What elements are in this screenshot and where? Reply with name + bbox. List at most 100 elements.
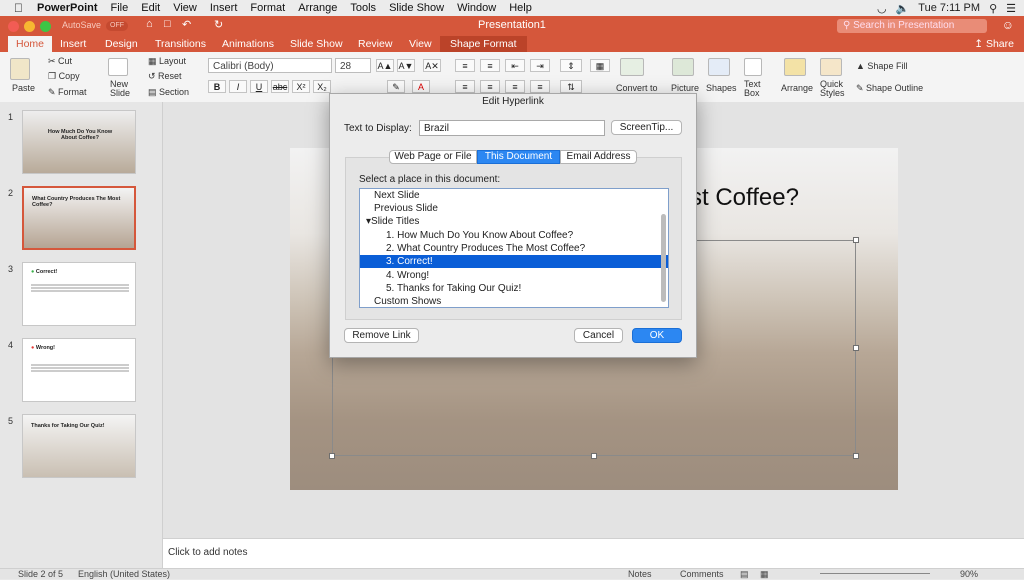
- resize-handle-right[interactable]: [853, 345, 859, 351]
- menu-list-icon[interactable]: ☰: [1006, 2, 1016, 15]
- columns-icon[interactable]: ▦: [590, 59, 610, 72]
- document-places-list[interactable]: Next Slide Previous Slide ▾Slide Titles …: [359, 188, 669, 308]
- strikethrough-icon[interactable]: abc: [271, 80, 289, 93]
- picture-label[interactable]: Picture: [671, 83, 699, 93]
- menu-app-name[interactable]: PowerPoint: [37, 2, 98, 14]
- spotlight-icon[interactable]: ⚲: [989, 2, 997, 15]
- menu-arrange[interactable]: Arrange: [298, 2, 337, 14]
- align-right-icon[interactable]: ≡: [505, 80, 525, 93]
- remove-link-button[interactable]: Remove Link: [344, 328, 419, 343]
- bullets-icon[interactable]: ≡: [455, 59, 475, 72]
- text-to-display-field[interactable]: Brazil: [419, 120, 605, 136]
- reset-button[interactable]: ↺ Reset: [148, 71, 182, 82]
- slide-thumbnail-2[interactable]: What Country Produces The Most Coffee?: [22, 186, 136, 250]
- tab-review[interactable]: Review: [358, 36, 392, 52]
- tab-this-document[interactable]: This Document: [477, 150, 560, 164]
- volume-icon[interactable]: 🔈: [896, 2, 910, 15]
- convert-to-label[interactable]: Convert to: [616, 83, 658, 93]
- paste-icon[interactable]: [10, 58, 30, 80]
- menu-window[interactable]: Window: [457, 2, 496, 14]
- highlight-icon[interactable]: ✎: [387, 80, 405, 93]
- menu-insert[interactable]: Insert: [210, 2, 238, 14]
- section-button[interactable]: ▤ Section: [148, 87, 189, 98]
- menu-slideshow[interactable]: Slide Show: [389, 2, 444, 14]
- text-direction-icon[interactable]: ⇅: [560, 80, 582, 93]
- font-size-select[interactable]: 28: [335, 58, 371, 73]
- slide-sorter-icon[interactable]: ▦: [760, 569, 769, 580]
- tab-web-page-or-file[interactable]: Web Page or File: [389, 150, 477, 164]
- resize-handle-bottom[interactable]: [591, 453, 597, 459]
- menu-file[interactable]: File: [111, 2, 129, 14]
- shrink-font-icon[interactable]: A▼: [397, 59, 415, 72]
- tab-transitions[interactable]: Transitions: [155, 36, 206, 52]
- list-scrollbar[interactable]: [661, 214, 666, 302]
- shapes-icon[interactable]: [708, 58, 730, 76]
- new-slide-icon[interactable]: [108, 58, 128, 76]
- layout-button[interactable]: ▦ Layout: [148, 56, 186, 67]
- menu-edit[interactable]: Edit: [141, 2, 160, 14]
- picture-icon[interactable]: [672, 58, 694, 76]
- list-item-slide-5[interactable]: 5. Thanks for Taking Our Quiz!: [360, 282, 668, 295]
- quick-styles-icon[interactable]: [820, 58, 842, 76]
- shape-fill-button[interactable]: ▲ Shape Fill: [856, 61, 907, 71]
- wifi-icon[interactable]: ◡: [877, 2, 887, 15]
- quick-styles-label[interactable]: Quick Styles: [820, 80, 850, 98]
- text-box-icon[interactable]: [744, 58, 762, 76]
- format-painter-button[interactable]: ✎ Format: [48, 87, 87, 98]
- arrange-icon[interactable]: [784, 58, 806, 76]
- list-item-previous-slide[interactable]: Previous Slide: [360, 202, 668, 215]
- resize-handle-bottom-left[interactable]: [329, 453, 335, 459]
- paste-label[interactable]: Paste: [12, 83, 35, 93]
- tab-slideshow[interactable]: Slide Show: [290, 36, 343, 52]
- apple-icon[interactable]: : [14, 2, 25, 14]
- grow-font-icon[interactable]: A▲: [376, 59, 394, 72]
- justify-icon[interactable]: ≡: [530, 80, 550, 93]
- slide-thumbnail-5[interactable]: Thanks for Taking Our Quiz!: [22, 414, 136, 478]
- bold-icon[interactable]: B: [208, 80, 226, 93]
- font-name-select[interactable]: Calibri (Body): [208, 58, 332, 73]
- tab-design[interactable]: Design: [105, 36, 138, 52]
- screentip-button[interactable]: ScreenTip...: [611, 120, 682, 135]
- text-box-label[interactable]: Text Box: [744, 80, 764, 98]
- cut-button[interactable]: ✂ Cut: [48, 56, 72, 67]
- clock[interactable]: Tue 7:11 PM: [918, 2, 980, 14]
- line-spacing-icon[interactable]: ⇕: [560, 59, 582, 72]
- clear-format-icon[interactable]: A✕: [423, 59, 441, 72]
- slide-title-text[interactable]: st Coffee?: [690, 184, 799, 212]
- font-color-icon[interactable]: A: [412, 80, 430, 93]
- underline-icon[interactable]: U: [250, 80, 268, 93]
- menu-format[interactable]: Format: [250, 2, 285, 14]
- align-left-icon[interactable]: ≡: [455, 80, 475, 93]
- new-slide-label[interactable]: New Slide: [110, 80, 134, 98]
- search-input[interactable]: ⚲ Search in Presentation: [837, 19, 987, 33]
- decrease-indent-icon[interactable]: ⇤: [505, 59, 525, 72]
- tab-home[interactable]: Home: [8, 36, 53, 52]
- shapes-label[interactable]: Shapes: [706, 83, 737, 93]
- tab-insert[interactable]: Insert: [60, 36, 86, 52]
- align-center-icon[interactable]: ≡: [480, 80, 500, 93]
- tab-animations[interactable]: Animations: [222, 36, 274, 52]
- ok-button[interactable]: OK: [632, 328, 682, 343]
- menu-tools[interactable]: Tools: [350, 2, 376, 14]
- copy-button[interactable]: ❐ Copy: [48, 71, 80, 82]
- slide-thumbnail-3[interactable]: ● Correct!: [22, 262, 136, 326]
- italic-icon[interactable]: I: [229, 80, 247, 93]
- normal-view-icon[interactable]: ▤: [740, 569, 749, 580]
- list-item-slide-2[interactable]: 2. What Country Produces The Most Coffee…: [360, 242, 668, 255]
- resize-handle-top-right[interactable]: [853, 237, 859, 243]
- notes-pane[interactable]: Click to add notes: [163, 538, 1024, 569]
- tab-view[interactable]: View: [409, 36, 432, 52]
- menu-help[interactable]: Help: [509, 2, 532, 14]
- list-item-slide-1[interactable]: 1. How Much Do You Know About Coffee?: [360, 229, 668, 242]
- subscript-icon[interactable]: X₂: [313, 80, 331, 93]
- tab-shape-format[interactable]: Shape Format: [440, 36, 527, 52]
- list-item-next-slide[interactable]: Next Slide: [360, 189, 668, 202]
- menu-view[interactable]: View: [173, 2, 197, 14]
- shape-outline-button[interactable]: ✎ Shape Outline: [856, 83, 923, 94]
- cancel-button[interactable]: Cancel: [574, 328, 623, 343]
- zoom-slider[interactable]: [820, 573, 930, 574]
- increase-indent-icon[interactable]: ⇥: [530, 59, 550, 72]
- smiley-icon[interactable]: ☺: [1002, 18, 1014, 32]
- resize-handle-bottom-right[interactable]: [853, 453, 859, 459]
- slide-thumbnail-1[interactable]: How Much Do You Know About Coffee?: [22, 110, 136, 174]
